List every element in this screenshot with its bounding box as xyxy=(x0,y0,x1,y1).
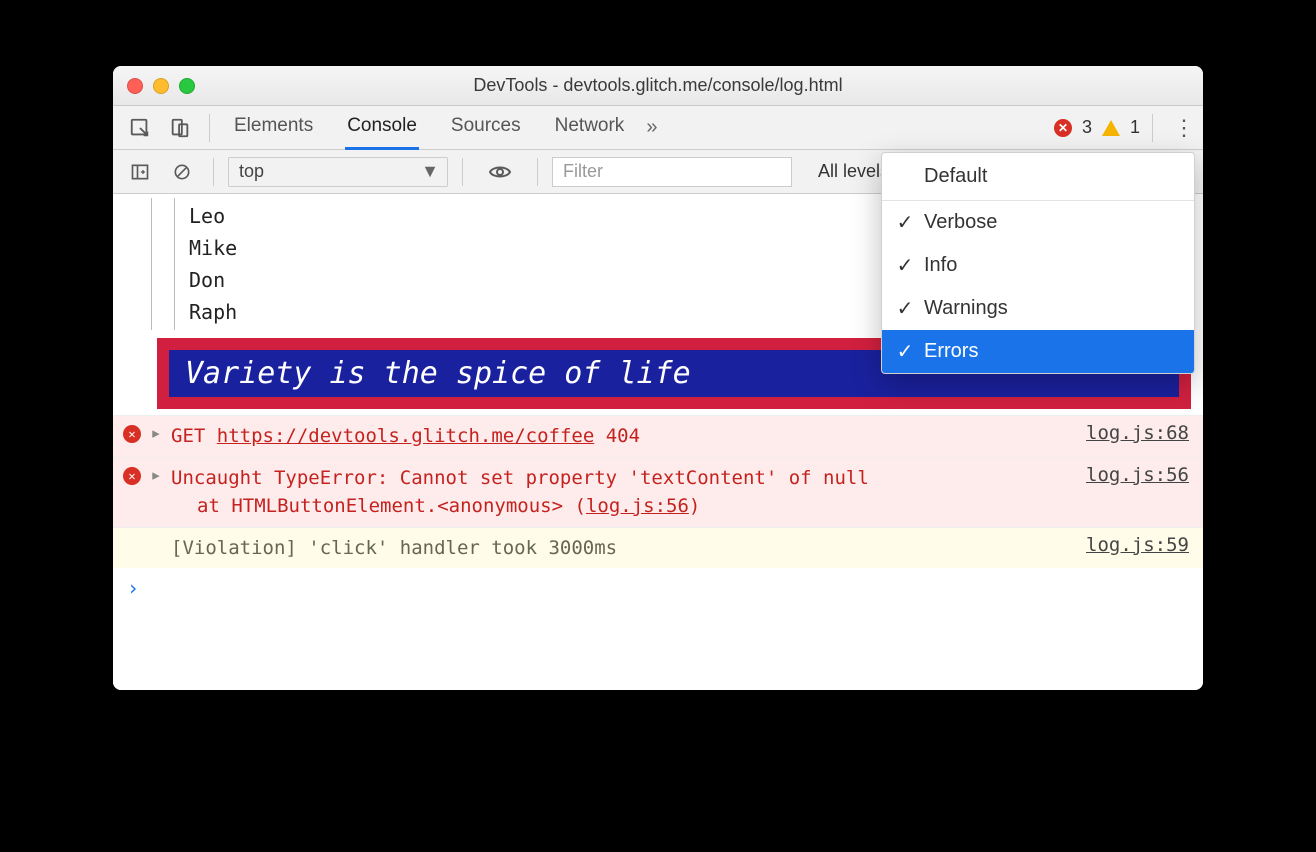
dropdown-header[interactable]: Default xyxy=(882,153,1194,201)
log-message: Uncaught TypeError: Cannot set property … xyxy=(171,464,1078,521)
source-link[interactable]: log.js:68 xyxy=(1086,422,1189,444)
log-row-violation[interactable]: [Violation] 'click' handler took 3000ms … xyxy=(113,527,1203,569)
check-icon: ✓ xyxy=(896,210,914,235)
inspect-icon[interactable] xyxy=(123,113,157,143)
level-option-verbose[interactable]: ✓ Verbose xyxy=(882,201,1194,244)
level-option-info[interactable]: ✓ Info xyxy=(882,244,1194,287)
log-message: [Violation] 'click' handler took 3000ms xyxy=(171,534,1078,563)
divider xyxy=(462,158,463,186)
option-label: Verbose xyxy=(924,211,997,234)
tab-elements[interactable]: Elements xyxy=(232,107,315,148)
window-title: DevTools - devtools.glitch.me/console/lo… xyxy=(113,75,1203,96)
option-label: Info xyxy=(924,254,957,277)
device-toggle-icon[interactable] xyxy=(163,113,197,143)
level-option-warnings[interactable]: ✓ Warnings xyxy=(882,287,1194,330)
request-url[interactable]: https://devtools.glitch.me/coffee xyxy=(217,425,595,447)
check-icon: ✓ xyxy=(896,296,914,321)
error-icon: ✕ xyxy=(123,425,141,443)
sidebar-toggle-icon[interactable] xyxy=(123,157,157,187)
divider xyxy=(209,114,210,142)
levels-label: All levels xyxy=(818,161,889,182)
kebab-menu-icon[interactable]: ⋮ xyxy=(1173,115,1193,141)
violation-text: [Violation] 'click' handler took 3000ms xyxy=(171,537,617,559)
clear-console-icon[interactable] xyxy=(165,157,199,187)
disclosure-icon[interactable]: ▸ xyxy=(149,464,163,486)
check-icon: ✓ xyxy=(896,339,914,364)
issue-badges[interactable]: ✕ 3 1 xyxy=(1054,117,1140,138)
main-tabs-row: Elements Console Sources Network » ✕ 3 1… xyxy=(113,106,1203,150)
stack-prefix: at HTMLButtonElement.<anonymous> ( xyxy=(197,495,586,517)
divider xyxy=(213,158,214,186)
levels-dropdown-menu: Default ✓ Verbose ✓ Info ✓ Warnings ✓ Er… xyxy=(881,152,1195,374)
context-value: top xyxy=(239,161,264,182)
tab-console[interactable]: Console xyxy=(345,107,419,150)
context-selector[interactable]: top ▼ xyxy=(228,157,448,187)
error-count: 3 xyxy=(1082,117,1092,138)
http-method: GET xyxy=(171,425,205,447)
source-link[interactable]: log.js:56 xyxy=(1086,464,1189,486)
devtools-window: DevTools - devtools.glitch.me/console/lo… xyxy=(113,66,1203,690)
http-status: 404 xyxy=(606,425,640,447)
tab-network[interactable]: Network xyxy=(553,107,627,148)
warning-badge-icon xyxy=(1102,120,1120,136)
stack-link[interactable]: log.js:56 xyxy=(586,495,689,517)
log-row-error-typeerror[interactable]: ✕ ▸ Uncaught TypeError: Cannot set prope… xyxy=(113,457,1203,527)
source-link[interactable]: log.js:59 xyxy=(1086,534,1189,556)
warning-count: 1 xyxy=(1130,117,1140,138)
error-line1: Uncaught TypeError: Cannot set property … xyxy=(171,467,869,489)
panel-tabs: Elements Console Sources Network xyxy=(232,107,626,148)
log-row-error-404[interactable]: ✕ ▸ GET https://devtools.glitch.me/coffe… xyxy=(113,415,1203,457)
disclosure-icon[interactable]: ▸ xyxy=(149,422,163,444)
filter-input[interactable] xyxy=(552,157,792,187)
live-expression-icon[interactable] xyxy=(483,157,517,187)
option-label: Warnings xyxy=(924,297,1008,320)
error-badge-icon: ✕ xyxy=(1054,119,1072,137)
level-option-errors[interactable]: ✓ Errors xyxy=(882,330,1194,373)
option-label: Errors xyxy=(924,340,978,363)
titlebar: DevTools - devtools.glitch.me/console/lo… xyxy=(113,66,1203,106)
check-icon: ✓ xyxy=(896,253,914,278)
divider xyxy=(1152,114,1153,142)
chevron-down-icon: ▼ xyxy=(421,161,439,182)
stack-suffix: ) xyxy=(689,495,700,517)
more-tabs-icon[interactable]: » xyxy=(646,116,657,139)
console-prompt[interactable]: › xyxy=(113,568,1203,608)
divider xyxy=(537,158,538,186)
tab-sources[interactable]: Sources xyxy=(449,107,523,148)
error-icon: ✕ xyxy=(123,467,141,485)
log-message: GET https://devtools.glitch.me/coffee 40… xyxy=(171,422,1078,451)
prompt-glyph: › xyxy=(127,576,139,600)
